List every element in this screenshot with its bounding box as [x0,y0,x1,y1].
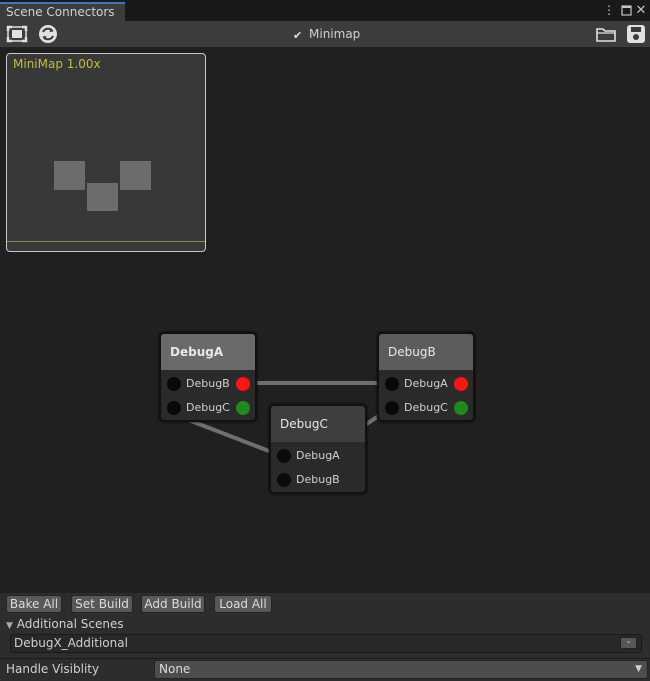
additional-scenes-label: Additional Scenes [16,617,124,631]
port-output[interactable] [454,377,468,391]
port-input[interactable] [167,401,181,415]
port-input[interactable] [277,449,291,463]
node-debugb[interactable]: DebugB DebugA DebugC [377,332,475,422]
port-label: DebugC [404,401,448,414]
load-all-button[interactable]: Load All [214,595,272,613]
remove-scene-button[interactable]: - [620,637,637,649]
port-label: DebugB [186,377,230,390]
port-label: DebugB [296,473,340,486]
port-input[interactable] [385,401,399,415]
handle-visibility-dropdown[interactable]: None ▼ [154,660,648,679]
node-debugc[interactable]: DebugC DebugA DebugB [269,404,367,494]
node-debuga[interactable]: DebugA DebugB DebugC [159,332,257,422]
port-label: DebugA [296,449,340,462]
node-title: DebugB [379,334,473,370]
scene-list-item[interactable]: DebugX_Additional [10,634,642,653]
set-build-button[interactable]: Set Build [71,595,133,613]
foldout-arrow-icon: ▼ [6,621,13,631]
port-input[interactable] [277,473,291,487]
port-output[interactable] [236,401,250,415]
dropdown-value: None [159,662,191,676]
node-title: DebugC [271,406,365,442]
bake-all-button[interactable]: Bake All [6,595,62,613]
port-input[interactable] [167,377,181,391]
port-output[interactable] [236,377,250,391]
add-build-button[interactable]: Add Build [141,595,205,613]
port-label: DebugC [186,401,230,414]
additional-scenes-foldout[interactable]: ▼ Additional Scenes [6,616,124,632]
connection-edges [172,381,394,482]
port-output[interactable] [454,401,468,415]
handle-visibility-label: Handle Visiblity [6,662,100,676]
port-label: DebugA [404,377,448,390]
node-title: DebugA [161,334,255,370]
chevron-down-icon: ▼ [635,664,642,674]
port-input[interactable] [385,377,399,391]
